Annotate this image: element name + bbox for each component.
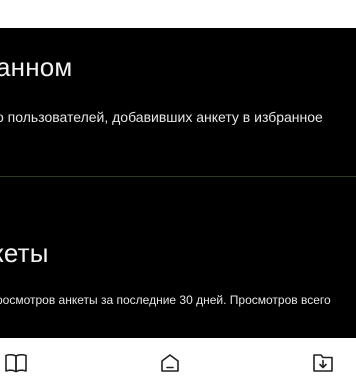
- views-description: росмотров анкеты за последние 30 дней. П…: [0, 293, 331, 307]
- home-icon: [159, 352, 181, 374]
- section-divider: [0, 176, 356, 177]
- bottom-nav-bar: [0, 338, 356, 390]
- stats-panel: анном о пользователей, добавивших анкету…: [0, 28, 356, 338]
- nav-download-button[interactable]: [310, 350, 336, 376]
- screen: анном о пользователей, добавивших анкету…: [0, 0, 356, 390]
- favorites-heading: анном: [0, 52, 73, 82]
- nav-book-button[interactable]: [3, 350, 29, 376]
- views-heading: кеты: [0, 238, 49, 268]
- nav-home-button[interactable]: [157, 350, 183, 376]
- book-icon: [4, 352, 28, 374]
- favorites-description: о пользователей, добавивших анкету в изб…: [0, 109, 323, 125]
- download-icon: [311, 352, 335, 374]
